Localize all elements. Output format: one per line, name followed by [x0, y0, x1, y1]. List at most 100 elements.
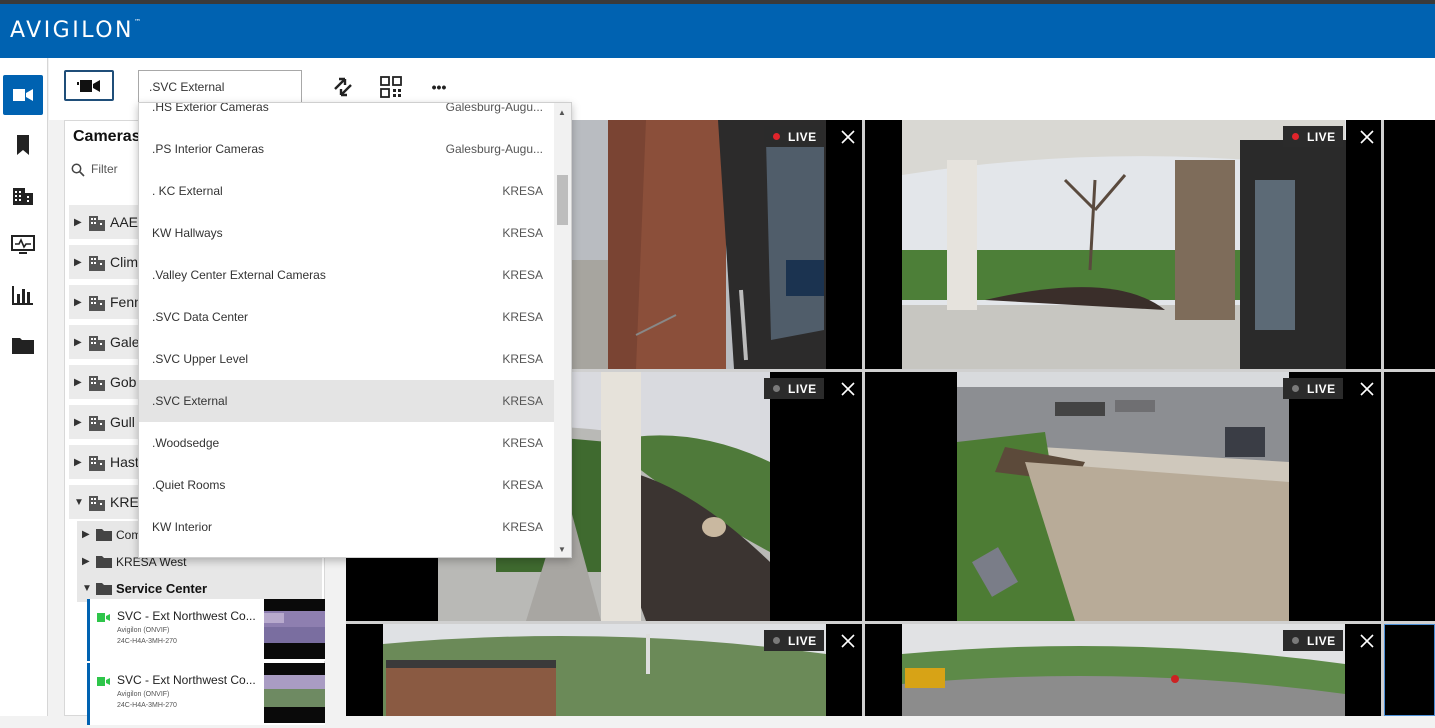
dropdown-item[interactable]: .PS Interior Cameras Galesburg-Augu... [139, 128, 555, 170]
expand-arrow-icon[interactable]: ▶ [82, 556, 92, 567]
expand-arrow-icon[interactable]: ▶ [74, 377, 84, 388]
dropdown-item[interactable]: .SVC Upper Level KRESA [139, 338, 555, 380]
filter-placeholder: Filter [91, 162, 118, 176]
dropdown-item-selected[interactable]: .SVC External KRESA [139, 380, 555, 422]
bookmarks-nav[interactable] [3, 125, 43, 165]
live-badge: LIVE [1283, 378, 1343, 399]
building-icon [89, 456, 105, 471]
sync-icon [334, 77, 352, 97]
status-dot [1292, 385, 1299, 392]
close-tile-button[interactable] [1356, 630, 1378, 652]
folder-icon [96, 583, 112, 595]
scroll-down-icon[interactable]: ▼ [558, 545, 566, 554]
camera-vendor: Avigilon (ONVIF) [117, 691, 170, 698]
dropdown-item[interactable]: .Woodsedge KRESA [139, 422, 555, 464]
close-icon [841, 130, 855, 144]
health-nav[interactable] [3, 225, 43, 265]
expand-arrow-icon[interactable]: ▶ [82, 529, 92, 540]
layout-grid-icon [380, 76, 402, 98]
video-tile-partial[interactable] [1384, 120, 1435, 369]
more-icon: ••• [431, 79, 447, 95]
video-tile-partial[interactable] [1384, 372, 1435, 621]
close-tile-button[interactable] [837, 630, 859, 652]
close-icon [841, 634, 855, 648]
collapse-arrow-icon[interactable]: ▼ [82, 583, 92, 594]
dropdown-scrollbar[interactable]: ▲ ▼ [554, 103, 571, 557]
view-dropdown-menu: .HS Exterior Cameras Galesburg-Augu... .P… [138, 102, 572, 558]
video-camera-icon [13, 89, 33, 101]
sync-button[interactable] [330, 74, 356, 100]
building-icon [89, 376, 105, 391]
monitor-pulse-icon [11, 235, 35, 254]
scrollbar-thumb[interactable] [557, 175, 568, 225]
close-icon [1360, 634, 1374, 648]
expand-arrow-icon[interactable]: ▶ [74, 417, 84, 428]
camera-online-icon [97, 613, 110, 622]
folder-icon [96, 556, 112, 568]
dropdown-item[interactable]: .HS Exterior Cameras Galesburg-Augu... [139, 103, 555, 128]
dropdown-item[interactable]: KW Interior KRESA [139, 506, 555, 548]
recording-dot [773, 133, 780, 140]
live-badge: LIVE [764, 378, 824, 399]
building-icon [13, 188, 33, 205]
tree-folder-row-expanded[interactable]: ▼ Service Center [77, 575, 322, 602]
building-icon [89, 216, 105, 231]
view-select[interactable]: .SVC External [138, 70, 302, 104]
building-icon [89, 336, 105, 351]
files-nav[interactable] [3, 325, 43, 365]
close-tile-button[interactable] [837, 378, 859, 400]
close-tile-button[interactable] [1356, 378, 1378, 400]
cameras-nav[interactable] [3, 75, 43, 115]
dropdown-item[interactable]: .Quiet Rooms KRESA [139, 464, 555, 506]
more-button[interactable]: ••• [426, 74, 452, 100]
camera-name: SVC - Ext Northwest Co... [117, 609, 256, 623]
expand-arrow-icon[interactable]: ▶ [74, 257, 84, 268]
dropdown-item[interactable]: .Valley Center External Cameras KRESA [139, 254, 555, 296]
video-tile[interactable]: LIVE [346, 624, 862, 716]
dropdown-item[interactable]: . KC External KRESA [139, 170, 555, 212]
sites-nav[interactable] [3, 175, 43, 215]
search-icon [71, 163, 85, 177]
building-icon [89, 256, 105, 271]
reports-nav[interactable] [3, 275, 43, 315]
building-icon [89, 496, 105, 511]
close-tile-button[interactable] [1356, 126, 1378, 148]
expand-arrow-icon[interactable]: ▶ [74, 337, 84, 348]
dropdown-item[interactable]: .SVC Data Center KRESA [139, 296, 555, 338]
live-badge: LIVE [1283, 630, 1343, 651]
building-icon [89, 416, 105, 431]
close-icon [841, 382, 855, 396]
close-tile-button[interactable] [837, 126, 859, 148]
status-dot [773, 385, 780, 392]
avigilon-logo: AVIGILON™ [10, 18, 144, 43]
camera-name: SVC - Ext Northwest Co... [117, 673, 256, 687]
video-tile[interactable]: LIVE [865, 120, 1381, 369]
status-dot [1292, 637, 1299, 644]
video-tile[interactable]: LIVE [865, 372, 1381, 621]
collapse-arrow-icon[interactable]: ▼ [74, 497, 84, 508]
scroll-up-icon[interactable]: ▲ [558, 108, 566, 117]
camera-view-toggle[interactable] [64, 70, 114, 101]
video-camera-icon [77, 79, 100, 92]
panel-title: Cameras [73, 128, 141, 145]
status-dot [773, 637, 780, 644]
camera-list-item[interactable]: SVC - Ext Northwest Co... Avigilon (ONVI… [87, 599, 325, 661]
video-tile[interactable]: LIVE [865, 624, 1381, 716]
recording-dot [1292, 133, 1299, 140]
video-feed [865, 372, 1381, 621]
camera-vendor: Avigilon (ONVIF) [117, 627, 170, 634]
expand-arrow-icon[interactable]: ▶ [74, 297, 84, 308]
camera-thumbnail [264, 663, 325, 723]
folder-icon [96, 529, 112, 541]
camera-online-icon [97, 677, 110, 686]
expand-arrow-icon[interactable]: ▶ [74, 457, 84, 468]
video-tile-partial-selected[interactable] [1384, 624, 1435, 716]
folder-icon [12, 338, 34, 354]
dropdown-item[interactable]: KW Hallways KRESA [139, 212, 555, 254]
close-icon [1360, 382, 1374, 396]
layout-button[interactable] [378, 74, 404, 100]
building-icon [89, 296, 105, 311]
expand-arrow-icon[interactable]: ▶ [74, 217, 84, 228]
close-icon [1360, 130, 1374, 144]
video-feed [865, 120, 1381, 369]
